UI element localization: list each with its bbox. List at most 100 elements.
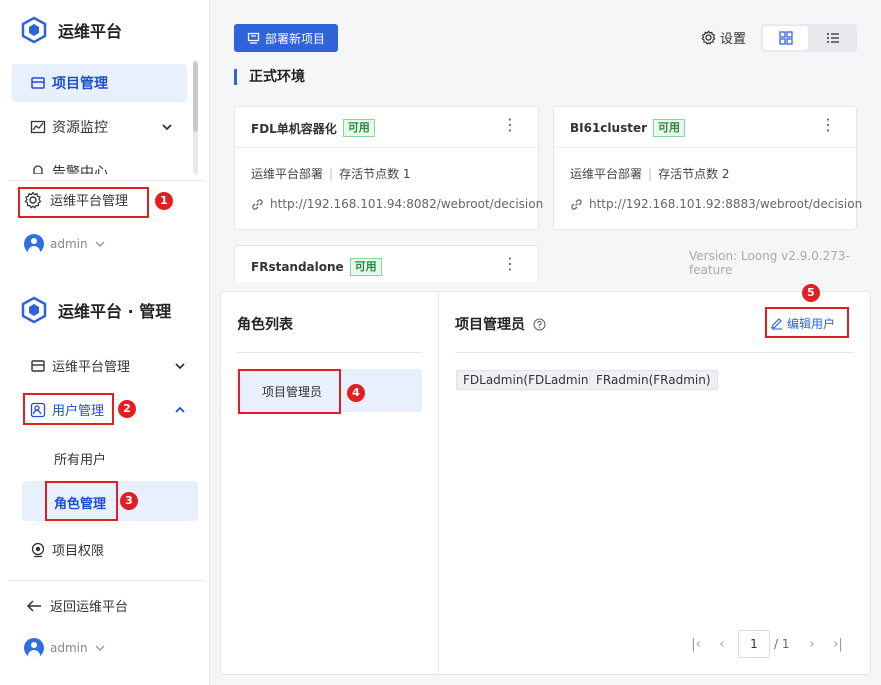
sidebar-item-label: 运维平台管理 bbox=[52, 360, 131, 375]
sidebar-item-ops-admin[interactable]: 运维平台管理 bbox=[30, 356, 186, 375]
project-card[interactable]: FDL单机容器化 可用 ⋮ 运维平台部署 | 存活节点数 1 http://192.… bbox=[234, 106, 543, 230]
project-name: FRstandalone bbox=[251, 260, 344, 274]
project-list-icon bbox=[30, 75, 46, 91]
top-brand-title: 运维平台 bbox=[58, 22, 123, 41]
edit-users-button[interactable]: 编辑用户 bbox=[770, 315, 835, 332]
project-card-header: BI61cluster 可用 bbox=[570, 119, 686, 137]
alarm-icon bbox=[30, 162, 46, 174]
permission-icon bbox=[30, 542, 46, 558]
project-name: BI61cluster bbox=[570, 121, 648, 135]
node-count: 存活节点数 2 bbox=[658, 167, 730, 181]
settings-button[interactable]: 设置 bbox=[701, 28, 746, 47]
project-link[interactable]: http://192.168.101.92:8883/webroot/decis… bbox=[570, 197, 862, 211]
project-url: http://192.168.101.92:8883/webroot/decis… bbox=[589, 197, 863, 211]
next-page-icon[interactable]: › bbox=[798, 637, 826, 652]
project-url: http://192.168.101.94:8082/webroot/decis… bbox=[270, 197, 544, 211]
sidebar-divider bbox=[8, 580, 204, 581]
user-manage-icon bbox=[30, 402, 46, 418]
page-number-input[interactable]: 1 bbox=[738, 630, 770, 658]
project-card[interactable]: FRstandalone 可用 ⋮ bbox=[234, 245, 539, 282]
column-divider bbox=[438, 292, 439, 674]
back-to-platform-link[interactable]: 返回运维平台 bbox=[26, 596, 128, 615]
sidebar-divider bbox=[8, 180, 204, 181]
edit-users-label: 编辑用户 bbox=[787, 317, 836, 331]
username: admin bbox=[50, 641, 88, 655]
status-badge: 可用 bbox=[653, 119, 686, 137]
page-total: / 1 bbox=[774, 637, 790, 651]
role-detail-title: 项目管理员 bbox=[455, 317, 525, 333]
annotation-badge-5: 5 bbox=[802, 284, 820, 302]
project-card-header: FRstandalone 可用 bbox=[251, 258, 382, 276]
sidebar-item-label: 项目权限 bbox=[52, 544, 105, 559]
deploy-new-project-button[interactable]: 部署新项目 bbox=[234, 24, 338, 52]
project-name: FDL单机容器化 bbox=[251, 121, 337, 136]
node-count: 存活节点数 1 bbox=[339, 167, 411, 181]
bottom-user-menu[interactable]: admin bbox=[24, 638, 106, 658]
chevron-down-icon bbox=[161, 121, 173, 133]
sidebar-item-role-mgmt[interactable] bbox=[22, 481, 198, 521]
card-divider bbox=[235, 147, 538, 148]
deploy-button-label: 部署新项目 bbox=[264, 31, 325, 46]
role-detail-header: 项目管理员 bbox=[455, 314, 546, 334]
more-options-icon[interactable]: ⋮ bbox=[502, 117, 518, 133]
arrow-left-icon bbox=[26, 599, 42, 613]
deploy-type: 运维平台部署 bbox=[251, 167, 324, 181]
sidebar-item-alarm-center[interactable]: 告警中心 bbox=[12, 152, 187, 174]
annotation-badge-4: 4 bbox=[347, 384, 365, 402]
sidebar-item-resource-monitor[interactable]: 资源监控 bbox=[12, 108, 187, 146]
status-badge: 可用 bbox=[342, 119, 375, 137]
sidebar-item-project-perm[interactable]: 项目权限 bbox=[30, 540, 104, 559]
list-view-button[interactable] bbox=[810, 26, 855, 50]
sidebar-item-label: 角色管理 bbox=[54, 497, 107, 512]
annotation-badge-2: 2 bbox=[118, 400, 136, 418]
member-chip: FRadmin(FRadmin) bbox=[589, 370, 718, 390]
version-text: Version: Loong v2.9.0.273-feature bbox=[689, 249, 850, 277]
last-page-icon[interactable]: ›| bbox=[826, 637, 850, 652]
sidebar-item-user-mgmt[interactable]: 用户管理 bbox=[30, 400, 186, 419]
top-user-menu[interactable]: admin bbox=[24, 234, 106, 254]
gear-icon bbox=[701, 30, 716, 45]
chevron-down-icon bbox=[174, 360, 186, 372]
project-card[interactable]: BI61cluster 可用 ⋮ 运维平台部署 | 存活节点数 2 http://1… bbox=[553, 106, 862, 230]
avatar bbox=[24, 234, 44, 254]
sidebar-item-label: 资源监控 bbox=[52, 120, 108, 136]
project-meta: 运维平台部署 | 存活节点数 2 bbox=[570, 167, 730, 181]
sidebar-item-all-users[interactable]: 所有用户 bbox=[54, 449, 106, 468]
list-icon bbox=[826, 31, 840, 45]
pagination: |‹ ‹ 1 / 1 › ›| bbox=[686, 630, 850, 658]
card-divider bbox=[554, 147, 856, 148]
role-management-panel bbox=[220, 291, 871, 675]
platform-logo-icon bbox=[20, 296, 48, 324]
role-name: 项目管理员 bbox=[262, 385, 323, 399]
bottom-brand: 运维平台 · 管理 bbox=[20, 296, 171, 324]
sidebar-item-label: 用户管理 bbox=[52, 404, 105, 419]
sidebar-item-label: 告警中心 bbox=[52, 165, 108, 174]
annotation-badge-3: 3 bbox=[120, 492, 138, 510]
platform-logo-icon bbox=[20, 16, 48, 44]
grid-view-button[interactable] bbox=[763, 26, 808, 50]
link-icon bbox=[251, 198, 264, 211]
sidebar-scroll-thumb[interactable] bbox=[193, 62, 198, 132]
chevron-up-icon bbox=[174, 404, 186, 416]
username: admin bbox=[50, 237, 88, 251]
gear-icon bbox=[24, 191, 42, 209]
more-options-icon[interactable]: ⋮ bbox=[820, 117, 836, 133]
sidebar-item-ops-admin[interactable]: 运维平台管理 bbox=[24, 190, 128, 209]
view-toggle bbox=[761, 24, 857, 52]
project-card-header: FDL单机容器化 可用 bbox=[251, 119, 375, 137]
edit-icon bbox=[770, 317, 783, 330]
prev-page-icon[interactable]: ‹ bbox=[706, 637, 738, 652]
chevron-down-icon bbox=[94, 238, 106, 250]
bottom-brand-title: 运维平台 · 管理 bbox=[58, 302, 172, 321]
help-icon[interactable] bbox=[533, 317, 546, 331]
project-list-icon bbox=[30, 358, 46, 374]
sidebar-item-project-mgmt[interactable]: 项目管理 bbox=[12, 64, 187, 102]
monitor-chart-icon bbox=[30, 119, 46, 135]
status-badge: 可用 bbox=[349, 258, 382, 276]
more-options-icon[interactable]: ⋮ bbox=[502, 256, 518, 272]
section-title: 正式环境 bbox=[234, 69, 305, 85]
first-page-icon[interactable]: |‹ bbox=[686, 637, 706, 652]
project-link[interactable]: http://192.168.101.94:8082/webroot/decis… bbox=[251, 197, 543, 211]
grid-icon bbox=[778, 31, 793, 45]
settings-label: 设置 bbox=[720, 32, 747, 47]
